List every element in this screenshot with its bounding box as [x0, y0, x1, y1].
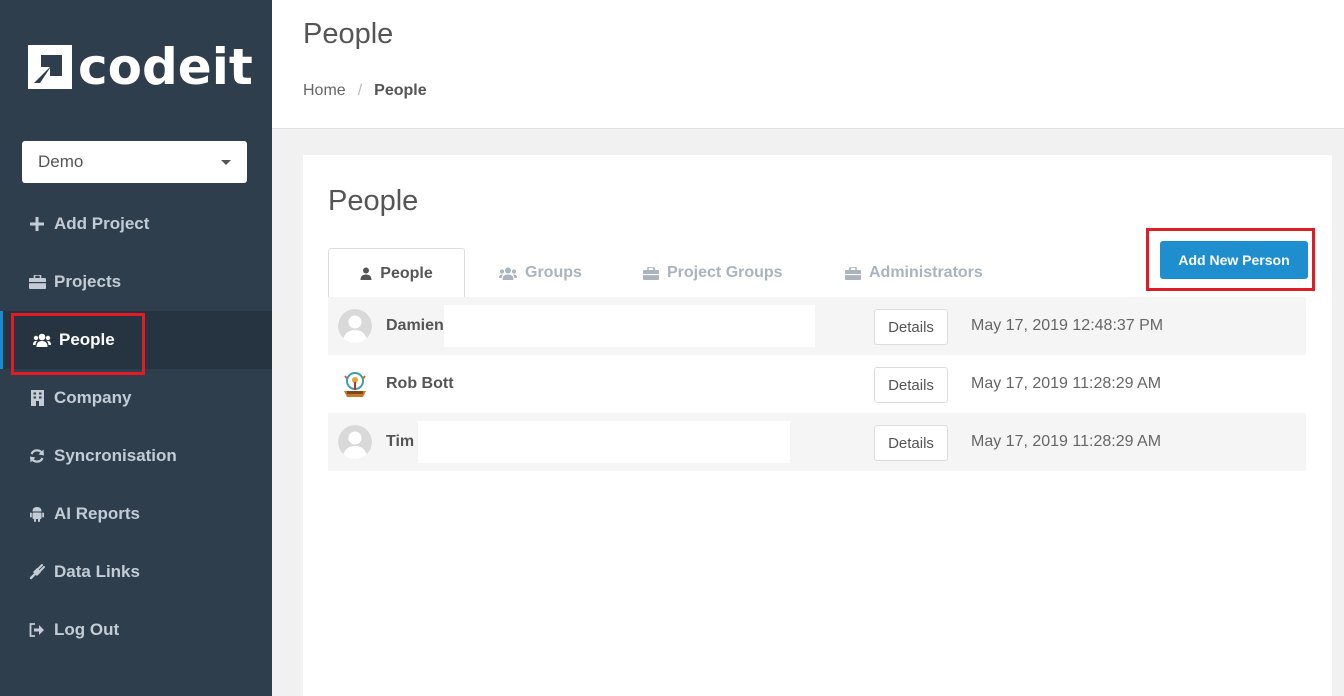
- plug-icon: [28, 563, 46, 581]
- android-icon: [28, 505, 46, 523]
- last-updated: May 17, 2019 11:28:29 AM: [971, 433, 1162, 450]
- default-avatar-icon: [338, 425, 372, 459]
- list-item: Rob Bott Details May 17, 2019 11:28:29 A…: [328, 355, 1306, 413]
- people-list: Damien Details May 17, 2019 12:48:37 PM …: [328, 297, 1306, 471]
- person-name[interactable]: Rob Bott: [386, 375, 454, 393]
- details-button[interactable]: Details: [874, 367, 948, 403]
- last-updated: May 17, 2019 11:28:29 AM: [971, 375, 1162, 392]
- tab-label: People: [380, 264, 433, 282]
- people-panel: People People Groups Project Groups Admi…: [303, 155, 1332, 696]
- briefcase-icon: [28, 273, 46, 291]
- add-new-person-button[interactable]: Add New Person: [1160, 241, 1308, 279]
- panel-title: People: [328, 185, 419, 217]
- tab-people[interactable]: People: [328, 248, 465, 299]
- add-button-highlight: Add New Person: [1146, 228, 1315, 291]
- tab-groups[interactable]: Groups: [499, 248, 582, 298]
- redacted-area: [444, 305, 815, 347]
- sidebar-nav: Add Project Projects People Company Sync…: [0, 195, 272, 659]
- tab-label: Project Groups: [667, 264, 783, 281]
- sidebar-item-label: AI Reports: [54, 504, 140, 523]
- details-button[interactable]: Details: [874, 425, 948, 461]
- sidebar-item-ai-reports[interactable]: AI Reports: [0, 485, 272, 543]
- breadcrumb: Home / People: [303, 82, 427, 100]
- sign-out-icon: [28, 621, 46, 639]
- sidebar-item-log-out[interactable]: Log Out: [0, 601, 272, 659]
- breadcrumb-home-link[interactable]: Home: [303, 82, 346, 100]
- refresh-icon: [28, 447, 46, 465]
- page-title: People: [303, 18, 394, 50]
- sidebar-item-label: Add Project: [54, 214, 150, 233]
- sidebar-item-company[interactable]: Company: [0, 369, 272, 427]
- briefcase-icon: [845, 266, 861, 280]
- user-icon: [360, 267, 372, 280]
- redacted-area: [418, 421, 790, 463]
- plus-icon: [28, 215, 46, 233]
- sidebar-item-people[interactable]: People: [0, 311, 272, 375]
- sidebar-item-label: Projects: [54, 272, 122, 291]
- sidebar-item-projects[interactable]: Projects: [0, 253, 272, 311]
- person-name[interactable]: Tim: [386, 433, 414, 451]
- building-icon: [28, 389, 46, 407]
- sidebar-item-syncronisation[interactable]: Syncronisation: [0, 427, 272, 485]
- users-icon: [499, 267, 517, 280]
- list-item: Tim Details May 17, 2019 11:28:29 AM: [328, 413, 1306, 471]
- tab-project-groups[interactable]: Project Groups: [643, 248, 783, 298]
- project-select[interactable]: Demo: [22, 141, 247, 183]
- breadcrumb-current: People: [374, 82, 427, 99]
- logo-arrow-icon: [28, 45, 72, 89]
- users-icon: [33, 331, 51, 349]
- sidebar-item-label: Data Links: [54, 562, 140, 581]
- last-updated: May 17, 2019 12:48:37 PM: [971, 317, 1164, 334]
- logo[interactable]: codeit: [28, 42, 253, 92]
- sidebar-item-label: Company: [54, 388, 132, 407]
- person-name[interactable]: Damien: [386, 317, 444, 335]
- breadcrumb-separator: /: [357, 82, 363, 99]
- sidebar-item-data-links[interactable]: Data Links: [0, 543, 272, 601]
- sidebar-item-add-project[interactable]: Add Project: [0, 195, 272, 253]
- sidebar-item-label: Syncronisation: [54, 446, 177, 465]
- caret-down-icon: [221, 160, 231, 165]
- list-item: Damien Details May 17, 2019 12:48:37 PM: [328, 297, 1306, 355]
- page-header: People Home / People: [272, 0, 1344, 129]
- logo-text: codeit: [78, 38, 253, 96]
- sidebar: codeit Demo Add Project Projects People: [0, 0, 272, 696]
- sidebar-item-label: Log Out: [54, 620, 120, 639]
- tab-administrators[interactable]: Administrators: [845, 248, 983, 298]
- tab-label: Groups: [525, 264, 582, 281]
- default-avatar-icon: [338, 309, 372, 343]
- sidebar-item-label: People: [59, 330, 115, 349]
- robot-avatar-icon: [338, 367, 372, 401]
- project-select-value: Demo: [38, 152, 84, 171]
- briefcase-icon: [643, 266, 659, 280]
- tab-label: Administrators: [869, 264, 983, 281]
- details-button[interactable]: Details: [874, 309, 948, 345]
